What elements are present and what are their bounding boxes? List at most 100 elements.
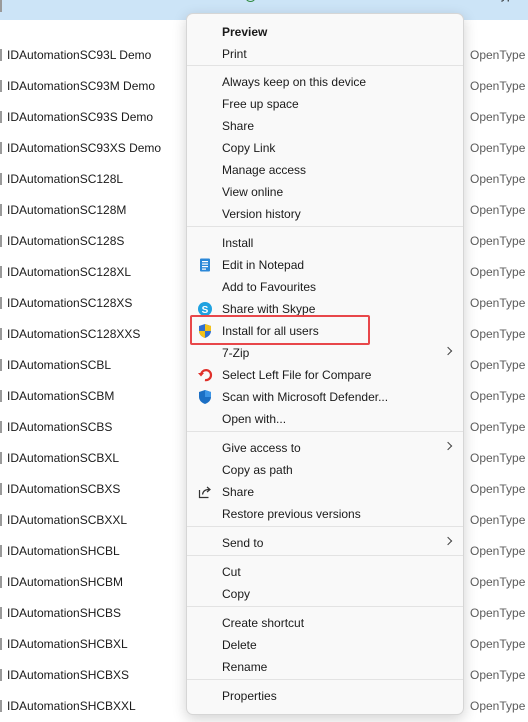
file-type: OpenType f [470,482,528,496]
font-file-icon [0,235,2,247]
menu-item-restore-previous-versions[interactable]: Restore previous versions [187,503,463,525]
menu-item-7-zip[interactable]: 7-Zip [187,342,463,364]
menu-item-label: Share [222,119,255,133]
file-name: IDAutomationSC93L Demo [7,48,152,62]
menu-item-label: Version history [222,207,301,221]
menu-item-version-history[interactable]: Version history [187,203,463,225]
font-file-icon [0,328,2,340]
menu-item-label: Edit in Notepad [222,258,305,272]
file-type: OpenType f [470,79,528,93]
menu-item-label: Share [222,485,255,499]
font-file-icon [0,638,2,650]
menu-item-give-access-to[interactable]: Give access to [187,437,463,459]
menu-item-label: Properties [222,689,277,703]
file-type: OpenType f [470,451,528,465]
menu-item-send-to[interactable]: Send to [187,532,463,554]
notepad-icon [197,257,213,273]
font-file-icon [0,297,2,309]
menu-item-label: Free up space [222,97,299,111]
chevron-right-icon [443,346,453,356]
file-type: OpenType f [470,172,528,186]
file-type: OpenType f [470,234,528,248]
file-name: IDAutomationHC39M Code 39 Barcode [7,0,217,11]
file-type: OpenType f [470,544,528,558]
menu-item-edit-in-notepad[interactable]: Edit in Notepad [187,254,463,276]
file-name: IDAutomationSCBS [7,420,113,434]
menu-item-select-left-file-for-compare[interactable]: Select Left File for Compare [187,364,463,386]
file-name: IDAutomationSHCBL [7,544,120,558]
font-file-icon [0,576,2,588]
file-name: IDAutomationSCBM [7,389,115,403]
menu-item-view-online[interactable]: View online [187,181,463,203]
menu-separator [187,606,463,607]
highlight-annotation [190,315,370,345]
file-type: OpenType f [470,296,528,310]
menu-separator [187,65,463,66]
menu-item-label: Copy Link [222,141,276,155]
menu-item-manage-access[interactable]: Manage access [187,159,463,181]
font-file-icon [0,421,2,433]
file-type: OpenType f [470,327,528,341]
menu-item-always-keep-on-this-device[interactable]: Always keep on this device [187,71,463,93]
file-type: TrueType fo [470,0,528,11]
defender-icon [197,389,213,405]
menu-item-label: Give access to [222,441,301,455]
menu-item-rename[interactable]: Rename [187,656,463,678]
font-file-icon [0,483,2,495]
file-name: IDAutomationSCBL [7,358,112,372]
menu-separator [187,555,463,556]
font-file-icon [0,111,2,123]
file-name: IDAutomationSC128XS [7,296,133,310]
menu-item-share[interactable]: Share [187,481,463,503]
menu-item-label: Manage access [222,163,307,177]
menu-item-create-shortcut[interactable]: Create shortcut [187,612,463,634]
file-name: IDAutomationSHCBXXL [7,699,136,713]
menu-item-label: Always keep on this device [222,75,367,89]
menu-item-share[interactable]: Share [187,115,463,137]
context-menu: Preview Print Always keep on this device Fr… [186,13,464,715]
file-type: OpenType f [470,637,528,651]
menu-item-label: Add to Favourites [222,280,317,294]
menu-item-install[interactable]: Install [187,232,463,254]
file-type: OpenType f [470,203,528,217]
file-name: IDAutomationSHCBM [7,575,124,589]
file-type: OpenType f [470,420,528,434]
menu-item-copy[interactable]: Copy [187,583,463,605]
menu-item-label: Open with... [222,412,287,426]
file-type: OpenType f [470,668,528,682]
font-file-icon [0,266,2,278]
menu-item-delete[interactable]: Delete [187,634,463,656]
menu-item-scan-with-microsoft-defender[interactable]: Scan with Microsoft Defender... [187,386,463,408]
chevron-right-icon [443,536,453,546]
menu-item-label: Scan with Microsoft Defender... [222,390,389,404]
menu-item-label: Copy as path [222,463,293,477]
menu-item-add-to-favourites[interactable]: Add to Favourites [187,276,463,298]
menu-item-open-with[interactable]: Open with... [187,408,463,430]
file-name: IDAutomationSC93S Demo [7,110,154,124]
font-file-icon [0,607,2,619]
menu-item-label: 7-Zip [222,346,250,360]
menu-item-free-up-space[interactable]: Free up space [187,93,463,115]
menu-separator [187,526,463,527]
chevron-right-icon [443,441,453,451]
menu-item-preview[interactable]: Preview [187,21,463,43]
font-file-icon [0,80,2,92]
menu-item-copy-as-path[interactable]: Copy as path [187,459,463,481]
menu-item-label: Select Left File for Compare [222,368,372,382]
file-name: IDAutomationSHCBXL [7,637,128,651]
compare-icon [197,367,213,383]
menu-item-copy-link[interactable]: Copy Link [187,137,463,159]
menu-item-print[interactable]: Print [187,43,463,65]
file-type: OpenType f [470,389,528,403]
menu-item-label: Rename [222,660,268,674]
menu-item-properties[interactable]: Properties [187,685,463,707]
file-type: OpenType f [470,48,528,62]
file-name: IDAutomationSHCBS [7,606,122,620]
menu-item-label: Copy [222,587,251,601]
menu-item-cut[interactable]: Cut [187,561,463,583]
menu-separator [187,679,463,680]
menu-separator [187,431,463,432]
share-icon [197,484,213,500]
file-type: OpenType f [470,575,528,589]
font-file-icon [0,173,2,185]
